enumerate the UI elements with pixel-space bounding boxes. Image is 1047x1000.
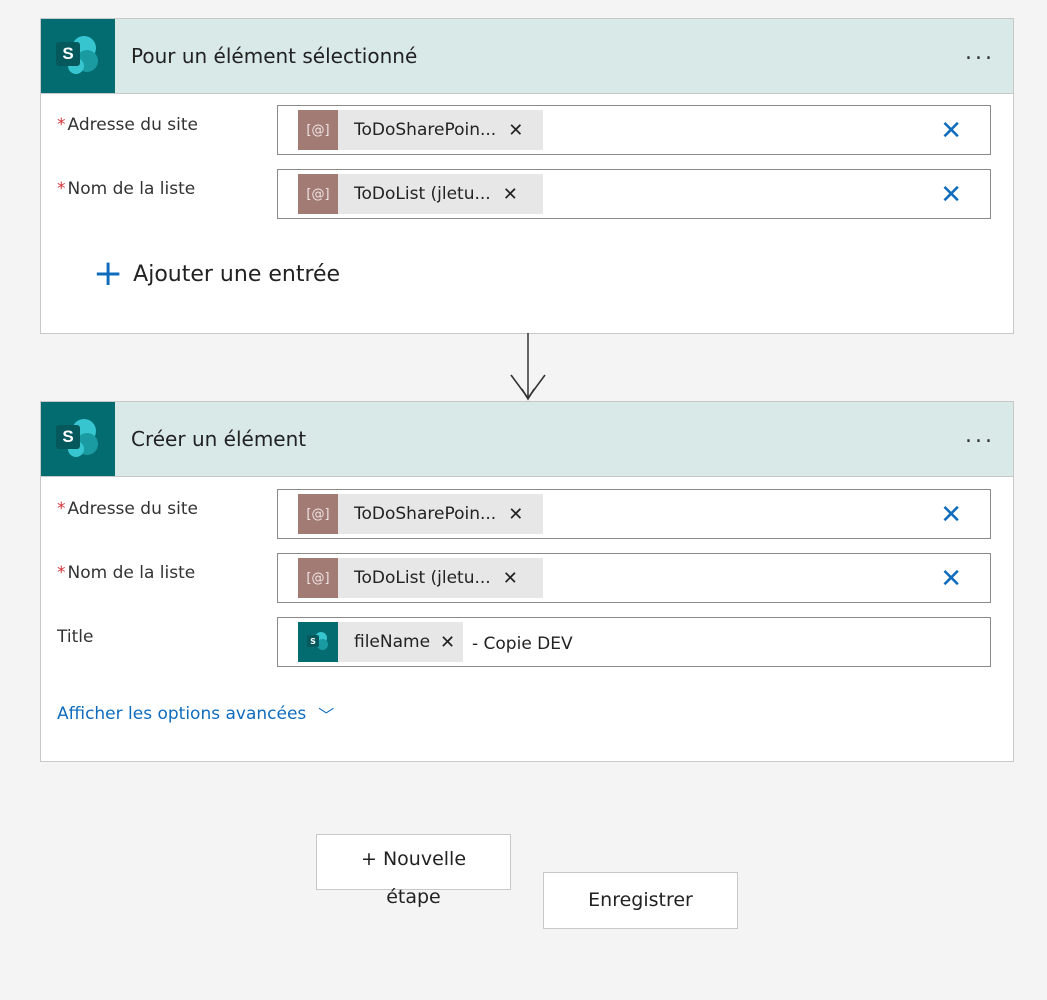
field-row-site-address: * Adresse du site [@] ToDoSharePoin... ✕ … bbox=[41, 489, 1013, 541]
clear-icon[interactable]: ✕ bbox=[940, 118, 962, 144]
field-row-list-name: * Nom de la liste [@] ToDoList (jletu... … bbox=[41, 169, 1013, 221]
token-label: ToDoSharePoin... bbox=[354, 504, 497, 524]
new-step-label: + Nouvelle bbox=[360, 848, 467, 870]
site-address-input[interactable]: [@] ToDoSharePoin... ✕ ✕ bbox=[277, 105, 991, 155]
token-label: ToDoSharePoin... bbox=[354, 120, 497, 140]
add-entry-label: Ajouter une entrée bbox=[133, 261, 341, 287]
token-label: fileName bbox=[354, 632, 431, 652]
remove-token-icon[interactable]: ✕ bbox=[503, 568, 518, 589]
remove-token-icon[interactable]: ✕ bbox=[440, 632, 455, 653]
title-input[interactable]: S fileName ✕ - Copie DEV bbox=[277, 617, 991, 667]
advanced-options-label: Afficher les options avancées bbox=[57, 704, 307, 724]
sharepoint-icon: S bbox=[41, 402, 115, 476]
remove-token-icon[interactable]: ✕ bbox=[508, 120, 523, 141]
token-label: ToDoList (jletu... bbox=[354, 184, 491, 204]
field-row-site-address: * Adresse du site [@] ToDoSharePoin... ✕ … bbox=[41, 105, 1013, 157]
dynamic-content-token[interactable]: [@] ToDoSharePoin... ✕ bbox=[298, 110, 543, 150]
dynamic-content-token[interactable]: [@] ToDoList (jletu... ✕ bbox=[298, 174, 543, 214]
dynamic-content-token[interactable]: S fileName ✕ bbox=[298, 622, 463, 662]
parameter-icon: [@] bbox=[298, 558, 338, 598]
field-label: Title bbox=[57, 627, 94, 647]
clear-icon[interactable]: ✕ bbox=[940, 566, 962, 592]
field-row-title: Title S fileName ✕ - Copie DEV bbox=[41, 617, 1013, 669]
list-name-input[interactable]: [@] ToDoList (jletu... ✕ ✕ bbox=[277, 169, 991, 219]
trigger-card-header[interactable]: S Pour un élément sélectionné ... bbox=[41, 19, 1013, 94]
more-options-button[interactable]: ... bbox=[965, 19, 995, 87]
sharepoint-icon: S bbox=[298, 622, 338, 662]
field-row-list-name: * Nom de la liste [@] ToDoList (jletu... … bbox=[41, 553, 1013, 605]
parameter-icon: [@] bbox=[298, 174, 338, 214]
title-suffix-text: - Copie DEV bbox=[472, 634, 573, 654]
new-step-label-line2: étape bbox=[386, 886, 441, 908]
dynamic-content-token[interactable]: [@] ToDoList (jletu... ✕ bbox=[298, 558, 543, 598]
field-label: * Nom de la liste bbox=[57, 179, 196, 199]
remove-token-icon[interactable]: ✕ bbox=[503, 184, 518, 205]
action-card-header[interactable]: S Créer un élément ... bbox=[41, 402, 1013, 477]
token-label: ToDoList (jletu... bbox=[354, 568, 491, 588]
add-entry-button[interactable]: + Ajouter une entrée bbox=[93, 253, 341, 294]
clear-icon[interactable]: ✕ bbox=[940, 182, 962, 208]
save-button[interactable]: Enregistrer bbox=[543, 872, 738, 929]
show-advanced-options-link[interactable]: Afficher les options avancées ﹀ bbox=[57, 702, 334, 726]
dynamic-content-token[interactable]: [@] ToDoSharePoin... ✕ bbox=[298, 494, 543, 534]
trigger-card: S Pour un élément sélectionné ... * Adres… bbox=[40, 18, 1014, 334]
plus-icon: + bbox=[93, 253, 124, 294]
new-step-button[interactable]: + Nouvelle étape bbox=[316, 834, 511, 908]
list-name-input[interactable]: [@] ToDoList (jletu... ✕ ✕ bbox=[277, 553, 991, 603]
field-label: * Nom de la liste bbox=[57, 563, 196, 583]
chevron-down-icon: ﹀ bbox=[318, 706, 335, 725]
clear-icon[interactable]: ✕ bbox=[940, 502, 962, 528]
card-title: Créer un élément bbox=[131, 427, 307, 451]
field-label: * Adresse du site bbox=[57, 499, 198, 519]
arrow-head-icon bbox=[510, 374, 546, 400]
more-options-button[interactable]: ... bbox=[965, 402, 995, 470]
field-label: * Adresse du site bbox=[57, 115, 198, 135]
sharepoint-icon: S bbox=[41, 19, 115, 93]
parameter-icon: [@] bbox=[298, 110, 338, 150]
parameter-icon: [@] bbox=[298, 494, 338, 534]
site-address-input[interactable]: [@] ToDoSharePoin... ✕ ✕ bbox=[277, 489, 991, 539]
action-card: S Créer un élément ... * Adresse du site … bbox=[40, 401, 1014, 762]
remove-token-icon[interactable]: ✕ bbox=[508, 504, 523, 525]
card-title: Pour un élément sélectionné bbox=[131, 44, 418, 68]
